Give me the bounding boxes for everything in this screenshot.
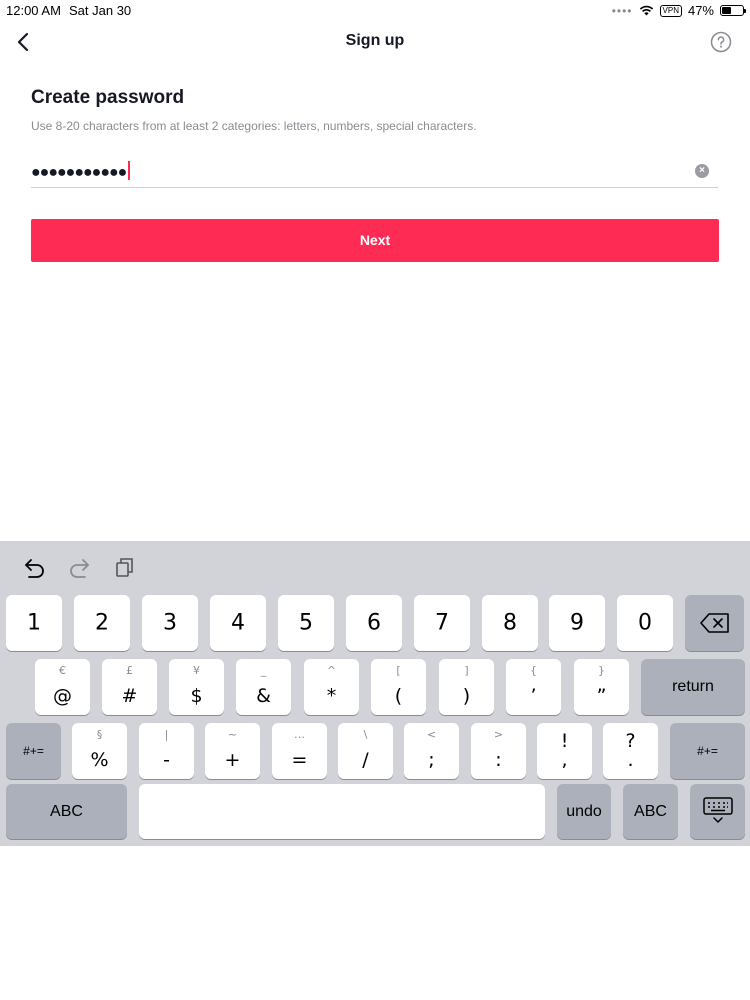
status-date: Sat Jan 30 xyxy=(69,3,132,18)
key-9[interactable]: 9 xyxy=(549,595,605,651)
key-exclamation-comma[interactable]: !, xyxy=(537,723,592,779)
on-screen-keyboard: 1 2 3 4 5 6 7 8 9 0 € @ £ # ¥ $ _ & ^ * [( ])… xyxy=(0,541,750,846)
undo-key[interactable]: undo xyxy=(557,784,611,839)
help-button[interactable] xyxy=(710,31,732,53)
key-4[interactable]: 4 xyxy=(210,595,266,651)
backspace-button[interactable] xyxy=(685,595,744,651)
key-question-period[interactable]: ?. xyxy=(603,723,658,779)
vpn-badge: VPN xyxy=(659,4,682,17)
key-1[interactable]: 1 xyxy=(6,595,62,651)
create-password-heading: Create password xyxy=(31,87,185,108)
key-plus[interactable]: ~ + xyxy=(205,723,260,779)
key-percent[interactable]: §% xyxy=(72,723,127,779)
symbols-toggle-right[interactable]: #+= xyxy=(670,723,745,779)
abc-button-right[interactable]: ABC xyxy=(623,784,678,839)
key-minus[interactable]: | - xyxy=(139,723,194,779)
return-button[interactable]: return xyxy=(641,659,745,715)
key-semicolon[interactable]: <; xyxy=(404,723,459,779)
next-button[interactable]: Next xyxy=(31,219,719,262)
page-title: Sign up xyxy=(345,32,405,49)
status-indicators: •••• VPN 47% xyxy=(611,3,746,18)
backspace-icon xyxy=(700,613,729,633)
key-quote[interactable]: }” xyxy=(574,659,629,715)
key-2[interactable]: 2 xyxy=(74,595,130,651)
key-hash[interactable]: £ # xyxy=(102,659,157,715)
status-time: 12:00 AM xyxy=(6,3,61,18)
nav-bar: Sign up xyxy=(0,22,750,62)
key-dollar[interactable]: ¥ $ xyxy=(169,659,224,715)
space-bar[interactable] xyxy=(139,784,545,839)
dismiss-keyboard-button[interactable] xyxy=(690,784,745,839)
key-asterisk[interactable]: ^ * xyxy=(304,659,359,715)
text-caret xyxy=(128,161,131,180)
redo-icon[interactable] xyxy=(67,555,91,579)
key-close-paren[interactable]: ]) xyxy=(439,659,494,715)
key-equals[interactable]: … = xyxy=(272,723,327,779)
password-field[interactable]: ●●●●●●●●●●● × xyxy=(31,155,718,188)
symbols-toggle-left[interactable]: #+= xyxy=(6,723,61,779)
question-circle-icon xyxy=(710,31,732,53)
key-3[interactable]: 3 xyxy=(142,595,198,651)
status-bar: 12:00 AM Sat Jan 30 •••• VPN 47% xyxy=(0,0,750,22)
password-value[interactable]: ●●●●●●●●●●● xyxy=(31,161,131,182)
key-apostrophe[interactable]: {’ xyxy=(506,659,561,715)
key-5[interactable]: 5 xyxy=(278,595,334,651)
key-8[interactable]: 8 xyxy=(482,595,538,651)
signal-dots-icon: •••• xyxy=(611,3,633,18)
undo-icon[interactable] xyxy=(23,555,47,579)
key-ampersand[interactable]: _ & xyxy=(236,659,291,715)
key-open-paren[interactable]: [( xyxy=(371,659,426,715)
password-hint: Use 8-20 characters from at least 2 cate… xyxy=(31,119,477,133)
key-at[interactable]: € @ xyxy=(35,659,90,715)
key-0[interactable]: 0 xyxy=(617,595,673,651)
battery-level xyxy=(722,7,732,14)
wifi-icon xyxy=(639,5,653,16)
key-7[interactable]: 7 xyxy=(414,595,470,651)
paste-icon[interactable] xyxy=(113,555,137,579)
battery-icon xyxy=(720,5,746,16)
key-6[interactable]: 6 xyxy=(346,595,402,651)
password-masked-text: ●●●●●●●●●●● xyxy=(31,164,127,181)
key-slash[interactable]: \ / xyxy=(338,723,393,779)
abc-button-left[interactable]: ABC xyxy=(6,784,127,839)
clear-icon[interactable]: × xyxy=(695,164,709,178)
battery-percent: 47% xyxy=(687,3,714,18)
keyboard-toolbar xyxy=(0,541,750,591)
keyboard-dismiss-icon xyxy=(703,797,733,823)
key-colon[interactable]: >: xyxy=(471,723,526,779)
